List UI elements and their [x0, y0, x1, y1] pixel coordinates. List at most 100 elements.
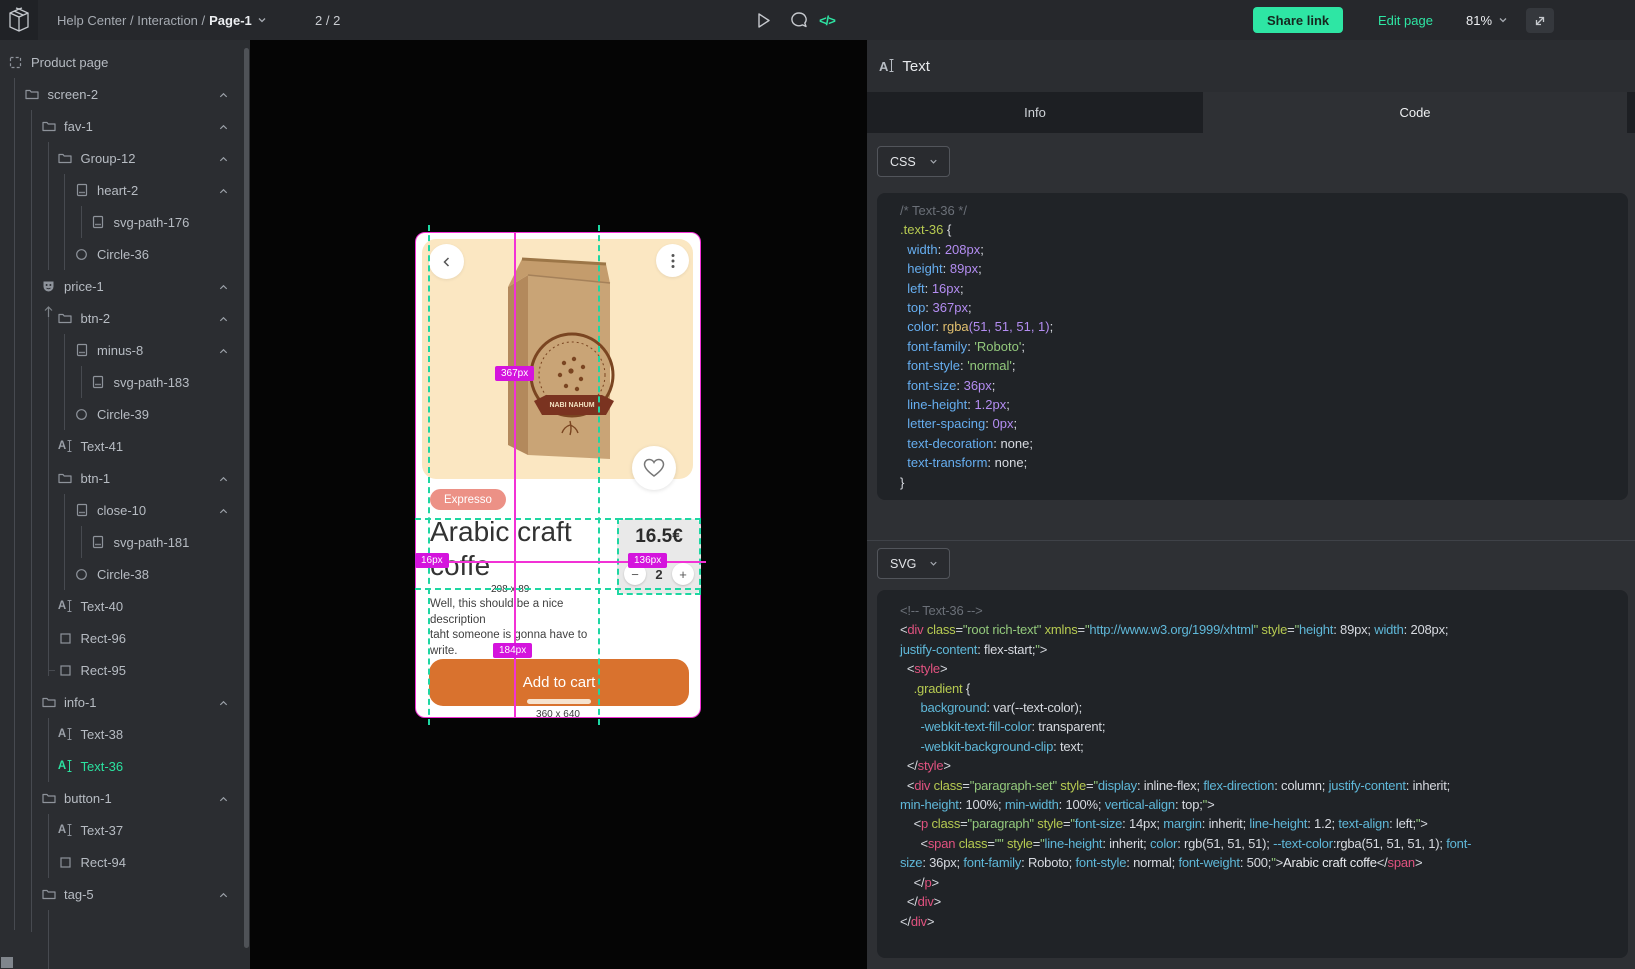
product-page-frame[interactable]: NABI NAHUM Expresso Arabic craft coffe 1… — [415, 232, 701, 718]
code-line: font-style: 'normal'; — [900, 356, 1628, 375]
collapse-chevron-icon[interactable] — [218, 313, 229, 328]
tree-item-tag-5[interactable]: tag-5 — [0, 878, 243, 910]
tree-item-info-1[interactable]: info-1 — [0, 686, 243, 718]
selected-element-name: Text — [902, 58, 930, 75]
css-code-block[interactable]: /* Text-36 */.text-36 { width: 208px; he… — [877, 193, 1628, 500]
expand-icon — [1532, 13, 1548, 29]
code-line: text-decoration: none; — [900, 434, 1628, 453]
tree-item-btn-1[interactable]: btn-1 — [0, 462, 243, 494]
comments-button[interactable] — [786, 0, 812, 40]
tree-item-fav-1[interactable]: fav-1 — [0, 110, 243, 142]
layer-label: tag-5 — [64, 887, 94, 902]
folder-layer-icon — [58, 151, 73, 166]
tree-item-text-38[interactable]: AText-38 — [0, 718, 243, 750]
tree-item-text-37[interactable]: AText-37 — [0, 814, 243, 846]
more-options-button[interactable] — [656, 244, 689, 277]
layer-label: Rect-94 — [81, 855, 127, 870]
section-divider — [867, 540, 1635, 541]
tree-item-btn-2[interactable]: btn-2 — [0, 302, 243, 334]
inspector-panel: A Text Info Code CSS /* Text-36 */.text-… — [867, 40, 1635, 969]
svg-layer-icon — [74, 503, 89, 518]
svg-code-block[interactable]: <!-- Text-36 --><div class="root rich-te… — [877, 590, 1628, 958]
collapse-chevron-icon[interactable] — [218, 185, 229, 200]
svg-format-dropdown[interactable]: SVG — [877, 548, 950, 579]
sidebar-scrollbar[interactable] — [244, 48, 249, 948]
tree-item-heart-2[interactable]: heart-2 — [0, 174, 243, 206]
collapse-chevron-icon[interactable] — [218, 793, 229, 808]
svg-layer-icon — [91, 375, 106, 390]
breadcrumb-current-page[interactable]: Page-1 — [209, 13, 252, 28]
share-link-button[interactable]: Share link — [1253, 7, 1343, 33]
back-button[interactable] — [429, 244, 464, 279]
chevron-down-icon — [256, 14, 268, 26]
collapse-chevron-icon[interactable] — [218, 121, 229, 136]
code-line: </p> — [900, 873, 1628, 892]
tree-item-button-1[interactable]: button-1 — [0, 782, 243, 814]
play-button[interactable] — [750, 0, 776, 40]
tree-item-circle-36[interactable]: Circle-36 — [0, 238, 243, 270]
favorite-button[interactable] — [632, 446, 676, 490]
code-line: background: var(--text-color); — [900, 698, 1628, 717]
css-format-dropdown[interactable]: CSS — [877, 146, 950, 177]
edit-page-link[interactable]: Edit page — [1378, 0, 1433, 40]
chevron-left-icon — [441, 256, 453, 268]
tab-code[interactable]: Code — [1203, 92, 1627, 133]
inspector-header: A Text — [867, 40, 1635, 92]
sidebar-scroll-corner[interactable] — [1, 957, 13, 968]
tree-item-price-1[interactable]: price-1 — [0, 270, 243, 302]
code-view-toggle[interactable]: </> — [814, 0, 840, 40]
app-logo[interactable] — [0, 0, 38, 40]
collapse-chevron-icon[interactable] — [218, 345, 229, 360]
collapse-chevron-icon[interactable] — [218, 505, 229, 520]
tree-item-text-36[interactable]: AText-36 — [0, 750, 243, 782]
coffee-bag-image[interactable]: NABI NAHUM — [500, 255, 626, 467]
layer-label: Circle-39 — [97, 407, 149, 422]
mask-layer-icon — [41, 279, 56, 294]
tree-item-product page[interactable]: Product page — [0, 46, 243, 78]
tab-info[interactable]: Info — [867, 92, 1203, 133]
category-tag[interactable]: Expresso — [430, 489, 506, 510]
zoom-control[interactable]: 81% — [1466, 0, 1509, 40]
tree-item-svg-path-176[interactable]: svg-path-176 — [0, 206, 243, 238]
tree-item-circle-38[interactable]: Circle-38 — [0, 558, 243, 590]
tree-guide-line — [48, 910, 49, 969]
tree-item-svg-path-181[interactable]: svg-path-181 — [0, 526, 243, 558]
code-line: font-size: 36px; — [900, 376, 1628, 395]
collapse-chevron-icon[interactable] — [218, 281, 229, 296]
code-line: letter-spacing: 0px; — [900, 414, 1628, 433]
tree-item-rect-94[interactable]: Rect-94 — [0, 846, 243, 878]
collapse-chevron-icon[interactable] — [218, 889, 229, 904]
collapse-chevron-icon[interactable] — [218, 89, 229, 104]
layer-label: fav-1 — [64, 119, 93, 134]
code-line: line-height: 1.2px; — [900, 395, 1628, 414]
code-line: <div class="root rich-text" xmlns="http:… — [900, 620, 1628, 639]
folder-layer-icon — [41, 791, 56, 806]
layers-sidebar: Product pagescreen-2 fav-1 Group-12heart-2… — [0, 40, 250, 969]
product-title[interactable]: Arabic craft coffe — [430, 515, 606, 582]
product-image-area[interactable]: NABI NAHUM — [422, 239, 693, 479]
collapse-chevron-icon[interactable] — [218, 697, 229, 712]
tree-item-svg-path-183[interactable]: svg-path-183 — [0, 366, 243, 398]
layer-label: svg-path-176 — [114, 215, 190, 230]
tree-item-screen-2[interactable]: screen-2 — [0, 78, 243, 110]
tree-item-text-41[interactable]: AText-41 — [0, 430, 243, 462]
tree-item-circle-39[interactable]: Circle-39 — [0, 398, 243, 430]
breadcrumb[interactable]: Help Center / Interaction / Page-1 — [57, 0, 268, 40]
collapse-chevron-icon[interactable] — [218, 473, 229, 488]
tree-item-text-40[interactable]: AText-40 — [0, 590, 243, 622]
tree-item-rect-96[interactable]: Rect-96 — [0, 622, 243, 654]
panel-scrollbar-gutter[interactable] — [1627, 92, 1635, 133]
tree-item-minus-8[interactable]: minus-8 — [0, 334, 243, 366]
measure-badge-left: 16px — [415, 553, 449, 568]
breadcrumb-path: Help Center / Interaction / — [57, 13, 205, 28]
code-line: min-height: 100%; min-width: 100%; verti… — [900, 795, 1628, 814]
tree-item-group-12[interactable]: Group-12 — [0, 142, 243, 174]
design-canvas[interactable]: NABI NAHUM Expresso Arabic craft coffe 1… — [250, 40, 867, 969]
tree-item-rect-95[interactable]: Rect-95 — [0, 654, 243, 686]
code-line: </div> — [900, 892, 1628, 911]
collapse-chevron-icon[interactable] — [218, 153, 229, 168]
code-line: } — [900, 473, 1628, 492]
tree-item-close-10[interactable]: close-10 — [0, 494, 243, 526]
layer-label: Rect-95 — [81, 663, 127, 678]
fullscreen-button[interactable] — [1526, 8, 1554, 33]
